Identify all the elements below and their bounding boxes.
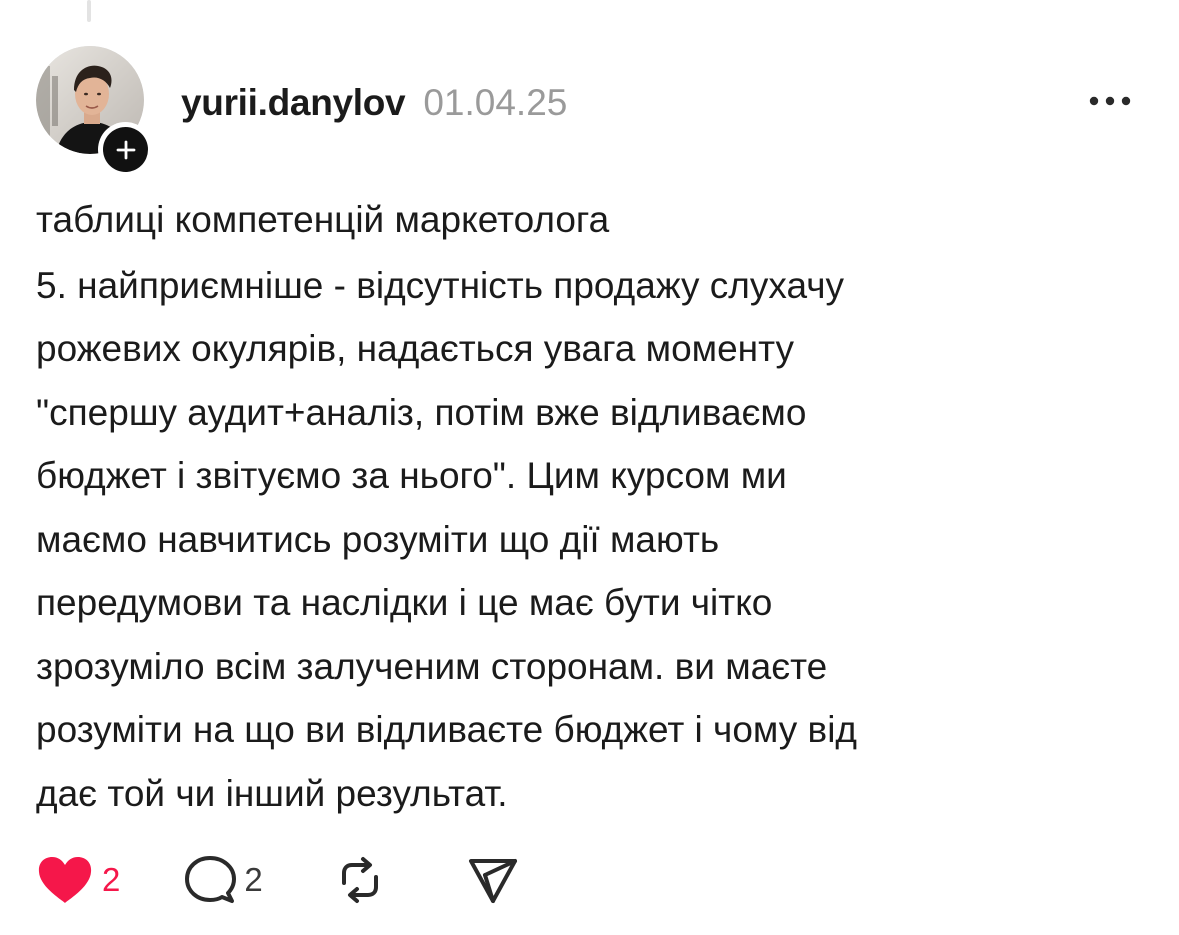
post-line: зрозуміло всім залученим сторонам. ви ма… — [36, 645, 828, 687]
follow-button[interactable] — [98, 122, 153, 177]
more-options-button[interactable] — [1086, 86, 1134, 116]
repost-icon — [341, 857, 378, 903]
avatar-container[interactable] — [36, 46, 153, 177]
post-header: yurii.danylov 01.04.25 — [181, 78, 567, 128]
post-line: розуміти на що ви відливаєте бюджет і чо… — [36, 709, 858, 750]
post-line: маємо навчитись розуміти що дії мають — [36, 518, 720, 560]
post-line: "спершу аудит+аналіз, потім вже відливає… — [36, 391, 807, 433]
reply-button[interactable]: 2 — [184, 855, 263, 905]
action-bar: 2 2 — [36, 852, 519, 908]
post-line: бюджет і звітуємо за нього". Цим курсом … — [36, 455, 787, 496]
plus-icon — [103, 127, 148, 172]
send-icon — [468, 859, 517, 903]
like-button[interactable]: 2 — [36, 855, 120, 905]
post-body: таблиці компетенцій маркетолога 5. найпр… — [36, 188, 1146, 825]
heart-icon — [38, 857, 92, 903]
username[interactable]: yurii.danylov — [181, 82, 406, 124]
timestamp: 01.04.25 — [423, 82, 568, 123]
post-line: 5. найприємніше - відсутність продажу сл… — [36, 264, 844, 306]
post-line: дає той чи інший результат. — [36, 772, 508, 814]
thread-line — [87, 0, 91, 22]
post-line: рожевих окулярів, надається увага момент… — [36, 328, 794, 369]
like-count: 2 — [102, 861, 121, 898]
post-line: таблиці компетенцій маркетолога — [36, 199, 610, 240]
repost-button[interactable] — [335, 855, 385, 905]
share-button[interactable] — [467, 855, 519, 905]
comment-icon — [185, 856, 237, 903]
post-line: передумови та наслідки і це має бути чіт… — [36, 582, 773, 623]
ellipsis-icon — [1089, 96, 1131, 106]
reply-count: 2 — [244, 861, 263, 898]
